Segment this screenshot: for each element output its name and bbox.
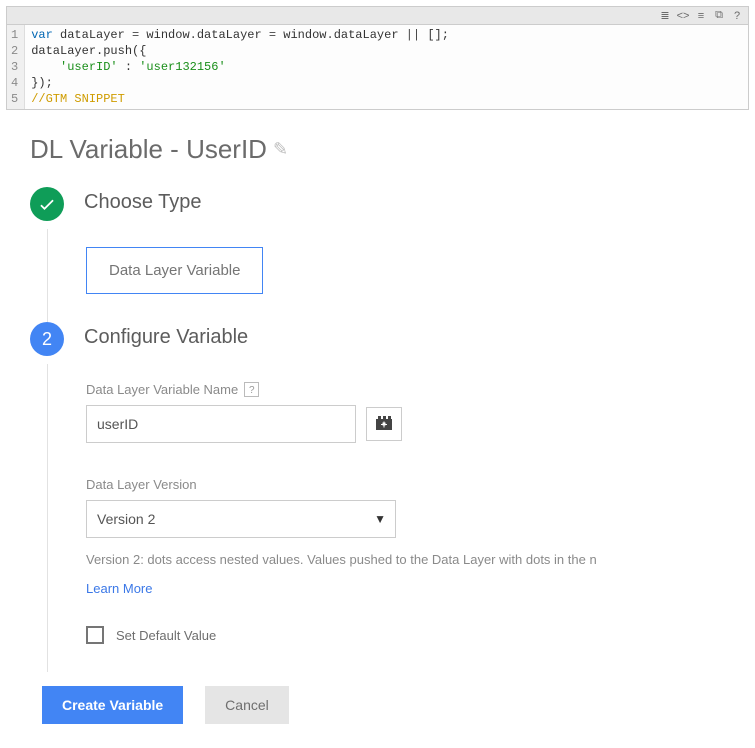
- set-default-checkbox[interactable]: [86, 626, 104, 644]
- toolbar-code-icon[interactable]: <>: [676, 10, 690, 22]
- code-toolbar: ≣ <> ≡ ⧉ ?: [7, 7, 748, 25]
- step2-heading: Configure Variable: [84, 322, 735, 349]
- cancel-button[interactable]: Cancel: [205, 686, 289, 724]
- insert-variable-button[interactable]: [366, 407, 402, 441]
- code-source[interactable]: var dataLayer = window.dataLayer = windo…: [25, 25, 455, 109]
- version-hint: Version 2: dots access nested values. Va…: [86, 552, 735, 567]
- toolbar-list-icon[interactable]: ≣: [658, 10, 672, 22]
- toolbar-copy-icon[interactable]: ⧉: [712, 10, 726, 22]
- code-gutter: 1 2 3 4 5: [7, 25, 25, 109]
- step1-heading: Choose Type: [84, 187, 735, 214]
- code-body: 1 2 3 4 5 var dataLayer = window.dataLay…: [7, 25, 748, 109]
- create-variable-button[interactable]: Create Variable: [42, 686, 183, 724]
- edit-icon[interactable]: ✎: [273, 139, 288, 160]
- set-default-label: Set Default Value: [116, 628, 216, 643]
- toolbar-lines-icon[interactable]: ≡: [694, 10, 708, 22]
- page-title: DL Variable - UserID ✎: [30, 134, 735, 165]
- check-icon: [37, 194, 57, 214]
- code-snippet-panel: ≣ <> ≡ ⧉ ? 1 2 3 4 5 var dataLayer = win…: [6, 6, 749, 110]
- type-chip[interactable]: Data Layer Variable: [86, 247, 263, 294]
- help-icon[interactable]: ?: [244, 382, 259, 397]
- variable-name-input[interactable]: [86, 405, 356, 443]
- toolbar-help-icon[interactable]: ?: [730, 10, 744, 22]
- step-badge-2: 2: [30, 322, 64, 356]
- variable-name-label: Data Layer Variable Name ?: [86, 382, 735, 397]
- version-select[interactable]: Version 2: [86, 500, 396, 538]
- version-label: Data Layer Version: [86, 477, 735, 492]
- learn-more-link[interactable]: Learn More: [86, 581, 152, 596]
- step-badge-done: [30, 187, 64, 221]
